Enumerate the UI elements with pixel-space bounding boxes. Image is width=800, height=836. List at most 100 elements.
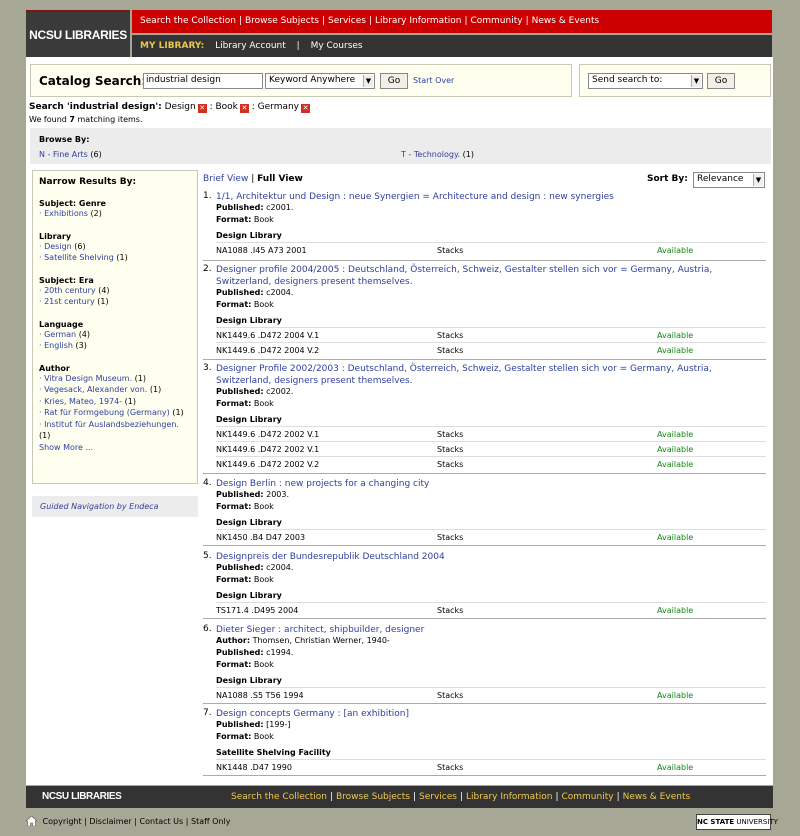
- facet-item: German (4): [39, 329, 191, 341]
- result-item: 1. 1/1, Architektur und Design : neue Syn…: [203, 191, 766, 261]
- footer-nav-link[interactable]: News & Events: [623, 792, 691, 802]
- separator: |: [329, 792, 333, 802]
- result-title-link[interactable]: Designer Profile 2002/2003 : Deutschland…: [216, 363, 746, 387]
- facet-item: Institut für Auslandsbeziehungen. (1): [39, 419, 191, 442]
- nc-state-university-logo[interactable]: NC STATE UNIVERSITY: [696, 814, 778, 830]
- browse-fine-arts-link[interactable]: N - Fine Arts: [39, 150, 88, 159]
- facet-link[interactable]: 21st century: [39, 297, 95, 306]
- separator: |: [321, 16, 325, 26]
- result-title-link[interactable]: Design concepts Germany : [an exhibition…: [216, 708, 746, 720]
- remove-filter-icon[interactable]: ✕: [301, 104, 311, 113]
- published-label: Published:: [216, 203, 264, 212]
- holding-row: NK1448 .D47 1990 Stacks Available: [216, 759, 766, 774]
- published-label: Published:: [216, 720, 264, 729]
- sort-value: Relevance: [697, 174, 744, 184]
- search-input[interactable]: industrial design: [143, 73, 263, 89]
- facet-link[interactable]: Exhibitions: [39, 209, 88, 218]
- sort-select[interactable]: Relevance ▼: [693, 172, 765, 188]
- facet-item: Exhibitions (2): [39, 208, 191, 220]
- guided-navigation-link[interactable]: Guided Navigation by Endeca: [40, 502, 159, 511]
- result-published: Published: c1994.: [216, 648, 293, 657]
- facet-link[interactable]: English: [39, 341, 73, 350]
- top-nav-link[interactable]: Search the Collection: [140, 16, 236, 26]
- facet-link[interactable]: Vitra Design Museum.: [39, 374, 132, 383]
- result-title-link[interactable]: Designer profile 2004/2005 : Deutschland…: [216, 264, 746, 288]
- footer-nav-link[interactable]: Services: [419, 792, 457, 802]
- top-nav-link[interactable]: News & Events: [532, 16, 600, 26]
- facet-link[interactable]: Vegesack, Alexander von.: [39, 385, 147, 394]
- top-nav-link[interactable]: Library Information: [375, 16, 461, 26]
- catalog-search-box: Catalog Search: industrial design Keywor…: [30, 64, 572, 97]
- separator: |: [131, 817, 140, 826]
- footer-link[interactable]: Staff Only: [191, 817, 231, 826]
- top-nav-link[interactable]: Community: [470, 16, 522, 26]
- footer-link[interactable]: Copyright: [43, 817, 82, 826]
- facet-count: (3): [75, 341, 87, 350]
- show-more-link[interactable]: Show More ...: [39, 443, 93, 452]
- result-title-link[interactable]: Designpreis der Bundesrepublik Deutschla…: [216, 551, 746, 563]
- home-icon[interactable]: [26, 816, 37, 826]
- remove-filter-icon[interactable]: ✕: [197, 104, 207, 113]
- facet-link[interactable]: Design: [39, 242, 72, 251]
- library-account-link[interactable]: Library Account: [215, 41, 286, 51]
- footer-nav-link[interactable]: Browse Subjects: [336, 792, 410, 802]
- start-over-link[interactable]: Start Over: [413, 76, 454, 85]
- facet-link[interactable]: Institut für Auslandsbeziehungen.: [39, 420, 179, 429]
- result-item: 2. Designer profile 2004/2005 : Deutschla…: [203, 264, 766, 360]
- search-go-button[interactable]: Go: [380, 73, 408, 89]
- browse-count: (6): [90, 150, 102, 159]
- facet-link[interactable]: German: [39, 330, 76, 339]
- send-search-select[interactable]: Send search to: ▼: [588, 73, 703, 89]
- published-value: 2003.: [266, 490, 290, 499]
- top-nav-link[interactable]: Services: [328, 16, 366, 26]
- found-post: matching items.: [77, 115, 143, 124]
- send-go-button[interactable]: Go: [707, 73, 735, 89]
- footer-nav-link[interactable]: Library Information: [466, 792, 552, 802]
- view-toggle: Brief View | Full View: [203, 174, 303, 184]
- facet-count: (4): [78, 329, 91, 339]
- collection: Stacks: [437, 346, 464, 355]
- facet-link[interactable]: Rat für Formgebung (Germany): [39, 408, 170, 417]
- call-number: NK1449.6 .D472 2004 V.2: [216, 346, 320, 355]
- browse-technology-link[interactable]: T - Technology.: [401, 150, 460, 159]
- call-number: NK1449.6 .D472 2004 V.1: [216, 331, 320, 340]
- narrow-results-panel: Narrow Results By: Subject: GenreExhibiti…: [32, 170, 198, 484]
- remove-filter-icon[interactable]: ✕: [239, 104, 249, 113]
- format-value: Book: [253, 300, 274, 309]
- facet-item: Vegesack, Alexander von. (1): [39, 384, 191, 396]
- footer-nav-link[interactable]: Search the Collection: [231, 792, 327, 802]
- footer-logo[interactable]: NCSU LIBRARIES: [42, 791, 122, 802]
- result-title-link[interactable]: Design Berlin : new projects for a chang…: [216, 478, 746, 490]
- send-search-value: Send search to:: [592, 75, 663, 85]
- facet-item: Kries, Mateo, 1974- (1): [39, 396, 191, 408]
- ncsu-libraries-logo[interactable]: NCSU LIBRARIES: [26, 10, 130, 57]
- search-breadcrumb: Search 'industrial design': Design ✕ : Bo…: [29, 102, 311, 113]
- facet-count: (1): [39, 431, 51, 440]
- chevron-down-icon: ▼: [691, 75, 701, 87]
- chevron-down-icon: ▼: [753, 174, 763, 186]
- result-published: Published: c2004.: [216, 288, 293, 297]
- facet-count: (1): [149, 385, 162, 394]
- separator: |: [459, 792, 463, 802]
- result-title-link[interactable]: Dieter Sieger : architect, shipbuilder, …: [216, 624, 746, 636]
- search-field-select[interactable]: Keyword Anywhere ▼: [265, 73, 375, 89]
- footer-nav-link[interactable]: Community: [561, 792, 613, 802]
- result-published: Published: 2003.: [216, 490, 289, 499]
- footer-link[interactable]: Disclaimer: [89, 817, 131, 826]
- collection: Stacks: [437, 606, 464, 615]
- brief-view-link[interactable]: Brief View: [203, 174, 248, 184]
- top-nav-link[interactable]: Browse Subjects: [245, 16, 319, 26]
- footer-link[interactable]: Contact Us: [140, 817, 184, 826]
- facet-link[interactable]: Satellite Shelving: [39, 253, 114, 262]
- library-location: Design Library: [216, 316, 282, 325]
- filter-germany: Germany: [257, 102, 300, 112]
- facet-link[interactable]: 20th century: [39, 286, 96, 295]
- facet-count: (1): [97, 297, 109, 306]
- format-value: Book: [253, 660, 274, 669]
- facet-link[interactable]: Kries, Mateo, 1974-: [39, 397, 122, 406]
- separator: |: [555, 792, 559, 802]
- result-number: 1.: [203, 191, 212, 201]
- format-value: Book: [253, 399, 274, 408]
- my-courses-link[interactable]: My Courses: [311, 41, 363, 51]
- result-title-link[interactable]: 1/1, Architektur und Design : neue Syner…: [216, 191, 746, 203]
